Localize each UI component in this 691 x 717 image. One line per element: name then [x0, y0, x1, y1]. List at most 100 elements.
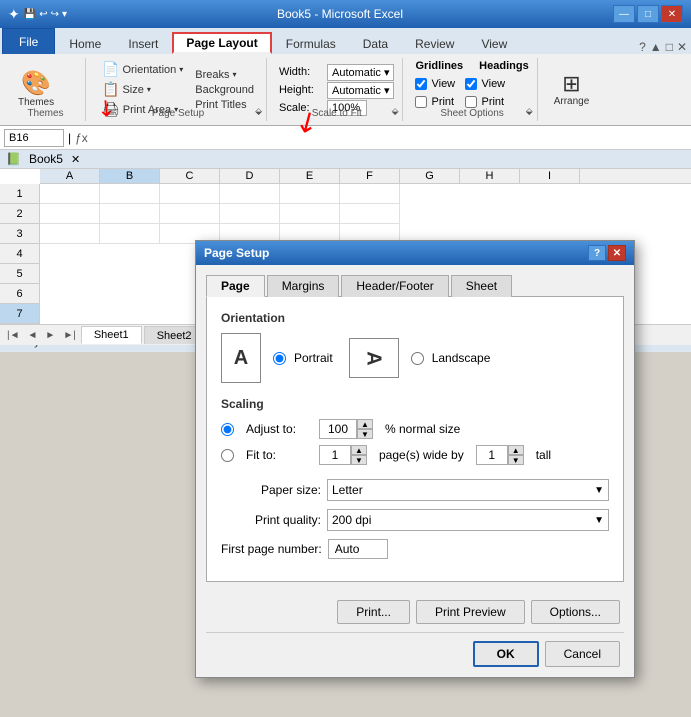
- tab-view[interactable]: View: [468, 32, 520, 54]
- ribbon-content: 🎨 Themes Themes 📄 Orientation ▾ 📋: [0, 54, 691, 126]
- landscape-radio[interactable]: [411, 352, 424, 365]
- grid-cell[interactable]: [220, 184, 280, 204]
- col-header-i: I: [520, 169, 580, 183]
- workbook-close-icon[interactable]: ✕: [71, 153, 80, 166]
- undo-icon[interactable]: ↩: [39, 9, 47, 20]
- dialog-tab-margins[interactable]: Margins: [267, 275, 340, 297]
- col-header-e: E: [280, 169, 340, 183]
- workbook-name: Book5: [29, 152, 63, 166]
- grid-cell[interactable]: [220, 204, 280, 224]
- grid-cell[interactable]: [100, 224, 160, 244]
- save-icon[interactable]: 💾: [24, 9, 36, 20]
- sheet-nav-first[interactable]: |◄: [4, 329, 23, 342]
- fit-pages-input[interactable]: [319, 445, 351, 465]
- sheet-tab-1[interactable]: Sheet1: [81, 326, 142, 344]
- grid-cell[interactable]: [40, 204, 100, 224]
- dialog-tab-sheet[interactable]: Sheet: [451, 275, 512, 297]
- adjust-value-input[interactable]: [319, 419, 357, 439]
- ok-button[interactable]: OK: [473, 641, 539, 667]
- dialog-tab-header-footer[interactable]: Header/Footer: [341, 275, 448, 297]
- first-page-input[interactable]: [328, 539, 388, 559]
- tab-formulas[interactable]: Formulas: [273, 32, 349, 54]
- adjust-radio[interactable]: [221, 423, 234, 436]
- gridlines-print-checkbox[interactable]: [415, 96, 427, 108]
- window-close-icon[interactable]: ✕: [677, 40, 687, 54]
- print-preview-button[interactable]: Print Preview: [416, 600, 525, 624]
- themes-group-label: Themes: [6, 108, 85, 119]
- tab-file[interactable]: File: [2, 28, 55, 54]
- fit-pages-down[interactable]: ▼: [351, 455, 367, 465]
- tab-page-layout[interactable]: Page Layout: [172, 32, 271, 54]
- sheet-nav-next[interactable]: ►: [42, 329, 58, 342]
- headings-print-checkbox[interactable]: [465, 96, 477, 108]
- page-setup-dialog-launcher[interactable]: ⬙: [255, 106, 262, 117]
- sheet-nav-last[interactable]: ►|: [60, 329, 79, 342]
- dialog-help-button[interactable]: ?: [588, 245, 606, 261]
- options-button[interactable]: Options...: [531, 600, 620, 624]
- fit-radio[interactable]: [221, 449, 234, 462]
- minimize-button[interactable]: —: [613, 5, 635, 23]
- print-quality-select[interactable]: 200 dpi ▼: [327, 509, 609, 531]
- grid-cell[interactable]: [280, 184, 340, 204]
- grid-cell[interactable]: [280, 204, 340, 224]
- paper-size-select[interactable]: Letter ▼: [327, 479, 609, 501]
- tab-review[interactable]: Review: [402, 32, 467, 54]
- book-icon: 📗: [6, 152, 21, 166]
- col-header-h: H: [460, 169, 520, 183]
- cancel-button[interactable]: Cancel: [545, 641, 620, 667]
- sheet-options-dialog-launcher[interactable]: ⬙: [526, 106, 533, 117]
- formula-input[interactable]: [92, 129, 687, 147]
- cell-reference-box[interactable]: B16: [4, 129, 64, 147]
- fit-tall-up[interactable]: ▲: [508, 445, 524, 455]
- width-label: Width:: [279, 66, 324, 78]
- gridlines-view-label: View: [431, 78, 461, 90]
- dialog-close-button[interactable]: ✕: [608, 245, 626, 261]
- close-button[interactable]: ✕: [661, 5, 683, 23]
- sheet-nav-prev[interactable]: ◄: [25, 329, 41, 342]
- dialog-tab-bar: Page Margins Header/Footer Sheet: [206, 275, 624, 297]
- grid-cell[interactable]: [40, 224, 100, 244]
- row-header-6: 6: [0, 284, 39, 304]
- orientation-button[interactable]: 📄 Orientation ▾: [98, 60, 187, 79]
- breaks-button[interactable]: Breaks ▾: [191, 68, 240, 82]
- fit-pages-spin-buttons: ▲ ▼: [351, 445, 367, 465]
- tab-home[interactable]: Home: [56, 32, 114, 54]
- grid-cell[interactable]: [160, 204, 220, 224]
- restore-icon[interactable]: □: [666, 40, 673, 54]
- dialog-tab-page[interactable]: Page: [206, 275, 265, 297]
- fit-tall-spin-buttons: ▲ ▼: [508, 445, 524, 465]
- gridlines-view-checkbox[interactable]: [415, 78, 427, 90]
- headings-view-checkbox[interactable]: [465, 78, 477, 90]
- adjust-spin-down[interactable]: ▼: [357, 429, 373, 439]
- fx-button[interactable]: ƒx: [75, 131, 88, 145]
- page-setup2-row1: Breaks ▾: [191, 68, 258, 82]
- grid-cell[interactable]: [100, 204, 160, 224]
- redo-icon[interactable]: ↪: [51, 9, 59, 20]
- ribbon-collapse-icon[interactable]: ▲: [650, 40, 662, 54]
- grid-cell[interactable]: [100, 184, 160, 204]
- adjust-spin-up[interactable]: ▲: [357, 419, 373, 429]
- maximize-button[interactable]: □: [637, 5, 659, 23]
- portrait-radio[interactable]: [273, 352, 286, 365]
- dialog-titlebar: Page Setup ? ✕: [196, 241, 634, 265]
- adjust-label: Adjust to:: [246, 422, 311, 436]
- grid-cell[interactable]: [340, 184, 400, 204]
- grid-cell[interactable]: [160, 184, 220, 204]
- size-button[interactable]: 📋 Size ▾: [98, 80, 155, 99]
- tab-insert[interactable]: Insert: [115, 32, 171, 54]
- scale-dialog-launcher[interactable]: ⬙: [392, 106, 399, 117]
- fit-tall-down[interactable]: ▼: [508, 455, 524, 465]
- window-controls: — □ ✕: [613, 5, 683, 23]
- print-button[interactable]: Print...: [337, 600, 410, 624]
- background-button[interactable]: Background: [191, 83, 258, 97]
- col-header-g: G: [400, 169, 460, 183]
- grid-cell[interactable]: [340, 204, 400, 224]
- grid-cell[interactable]: [40, 184, 100, 204]
- scale-width-row: Width: Automatic ▾: [279, 64, 395, 81]
- tab-data[interactable]: Data: [350, 32, 401, 54]
- fit-tall-input[interactable]: [476, 445, 508, 465]
- arrange-button[interactable]: ⊞ Arrange: [550, 71, 594, 109]
- help-icon[interactable]: ?: [639, 40, 646, 54]
- themes-button[interactable]: 🎨 Themes: [14, 70, 58, 110]
- fit-pages-up[interactable]: ▲: [351, 445, 367, 455]
